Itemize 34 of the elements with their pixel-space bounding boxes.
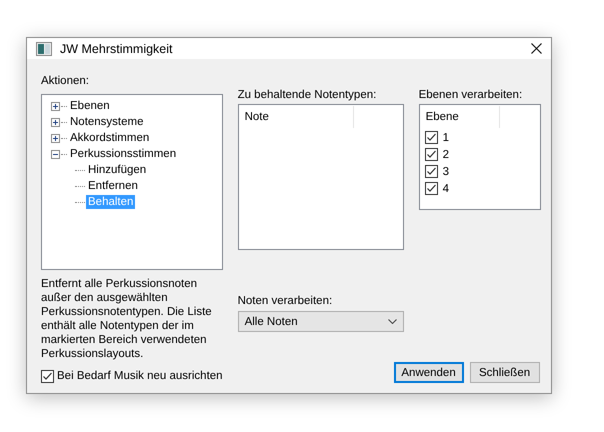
list-label: Zu behaltende Notentypen:	[238, 88, 378, 102]
actions-label: Aktionen:	[41, 74, 90, 88]
dropdown-label: Noten verarbeiten:	[238, 294, 334, 308]
layer-label: 4	[442, 182, 449, 196]
column-header[interactable]: Ebene	[420, 106, 500, 128]
checked-checkbox[interactable]	[424, 182, 438, 195]
checked-checkbox[interactable]	[41, 370, 54, 382]
expand-icon[interactable]	[51, 102, 60, 110]
expand-icon[interactable]	[51, 118, 60, 126]
collapse-icon[interactable]	[51, 150, 60, 158]
tree-item[interactable]: Ebenen	[68, 99, 112, 113]
checked-checkbox[interactable]	[424, 131, 438, 144]
checked-checkbox[interactable]	[424, 148, 438, 161]
tree-item[interactable]: Akkordstimmen	[68, 131, 152, 145]
app-icon	[36, 42, 52, 56]
layer-label: 2	[442, 148, 449, 162]
list-label: Ebenen verarbeiten:	[418, 88, 524, 102]
window-title: JW Mehrstimmigkeit	[60, 42, 174, 56]
close-button[interactable]: Schließen	[470, 362, 540, 383]
layer-label: 3	[442, 164, 449, 178]
tree-item[interactable]: Perkussionsstimmen	[68, 147, 178, 161]
tree-item[interactable]: Hinzufügen	[86, 163, 148, 177]
checkbox-label: Bei Bedarf Musik neu ausrichten	[57, 369, 223, 383]
apply-button[interactable]: Anwenden	[394, 362, 464, 383]
layer-label: 1	[442, 130, 449, 144]
chevron-down-icon	[388, 319, 397, 324]
expand-icon[interactable]	[51, 134, 60, 142]
description-text: Entfernt alle Perkussionsnoten außer den ausgewählten Perkussionsnotentypen. Die Liste enthält alle Notentypen der im markierten Bereich verwendeten Perkussionslayouts.	[41, 277, 213, 361]
tree-item[interactable]: Notensysteme	[68, 115, 146, 129]
checked-checkbox[interactable]	[424, 165, 438, 178]
dropdown[interactable]: Alle Noten	[238, 311, 404, 332]
column-header[interactable]: Note	[238, 106, 354, 128]
tree-item[interactable]: Entfernen	[86, 179, 140, 193]
close-icon[interactable]	[531, 43, 542, 54]
